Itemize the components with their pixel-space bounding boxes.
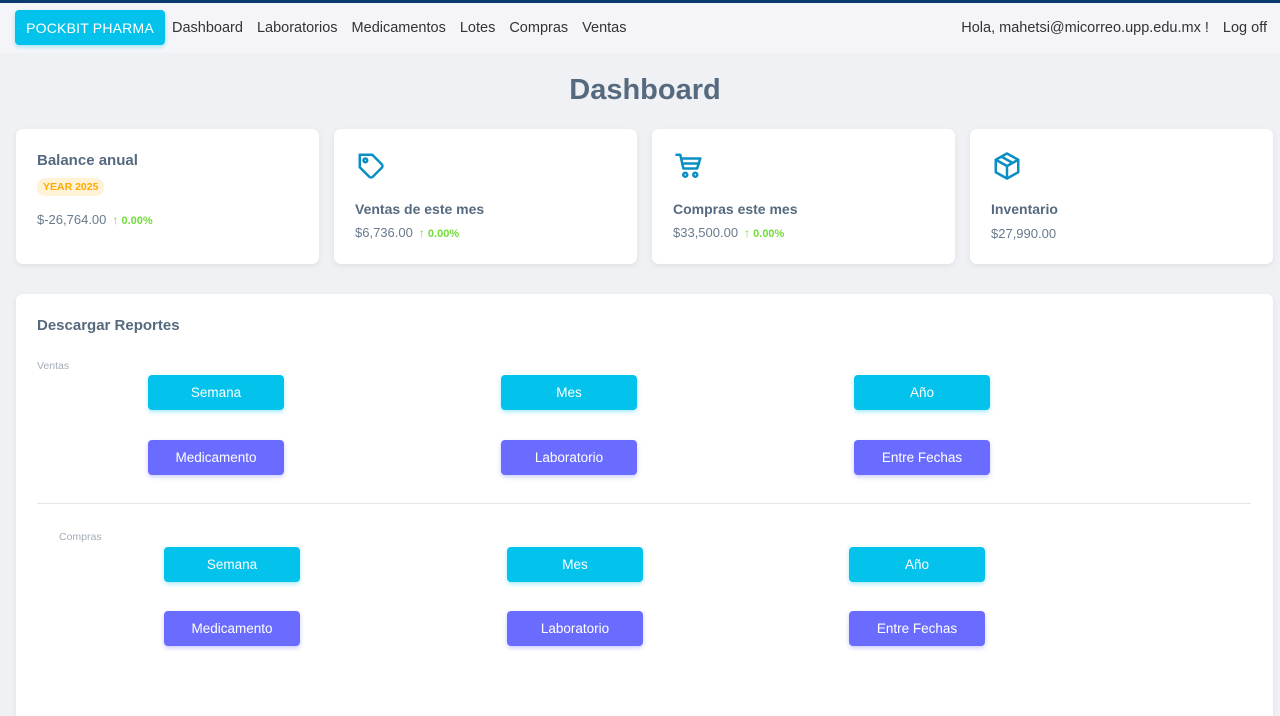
logoff-link[interactable]: Log off [1223, 20, 1267, 36]
tag-icon [356, 151, 388, 183]
compras-title: Compras este mes [673, 201, 798, 217]
compras-amount: $33,500.00 [673, 225, 739, 240]
ventas-amount-row: $6,736.00 ↑ 0.00% [355, 225, 459, 240]
box-icon [992, 151, 1024, 183]
nav-link-laboratorios[interactable]: Laboratorios [257, 20, 338, 36]
balance-amount-row: $-26,764.00 ↑ 0.00% [37, 212, 153, 227]
ventas-entre-fechas-button[interactable]: Entre Fechas [854, 440, 990, 475]
nav-link-ventas[interactable]: Ventas [582, 20, 626, 36]
arrow-up-icon: ↑ [112, 212, 119, 227]
ventas-section-label: Ventas [37, 360, 70, 372]
user-greeting: Hola, mahetsi@micorreo.upp.edu.mx ! [961, 20, 1209, 36]
compras-section-label: Compras [59, 531, 102, 543]
arrow-up-icon: ↑ [418, 225, 425, 240]
ventas-semana-button[interactable]: Semana [148, 375, 284, 410]
ventas-title: Ventas de este mes [355, 201, 485, 217]
section-divider [37, 503, 1251, 504]
compras-amount-row: $33,500.00 ↑ 0.00% [673, 225, 784, 240]
ventas-ano-button[interactable]: Año [854, 375, 990, 410]
nav-link-compras[interactable]: Compras [509, 20, 568, 36]
inventario-amount-row: $27,990.00 [991, 225, 1056, 243]
user-area: Hola, mahetsi@micorreo.upp.edu.mx ! Log … [961, 3, 1267, 53]
balance-amount: $-26,764.00 [37, 212, 107, 227]
balance-card: Balance anual YEAR 2025 $-26,764.00 ↑ 0.… [16, 129, 319, 264]
ventas-medicamento-button[interactable]: Medicamento [148, 440, 284, 475]
arrow-up-icon: ↑ [744, 225, 751, 240]
compras-mes-button[interactable]: Mes [507, 547, 643, 582]
balance-title: Balance anual [37, 152, 138, 169]
compras-semana-button[interactable]: Semana [164, 547, 300, 582]
ventas-mes-button[interactable]: Mes [501, 375, 637, 410]
ventas-laboratorio-button[interactable]: Laboratorio [501, 440, 637, 475]
ventas-change: ↑ 0.00% [418, 225, 460, 240]
nav-link-medicamentos[interactable]: Medicamentos [352, 20, 446, 36]
year-badge: YEAR 2025 [37, 178, 105, 196]
inventario-card: Inventario $27,990.00 [970, 129, 1273, 264]
compras-ano-button[interactable]: Año [849, 547, 985, 582]
compras-laboratorio-button[interactable]: Laboratorio [507, 611, 643, 646]
compras-medicamento-button[interactable]: Medicamento [164, 611, 300, 646]
navbar: POCKBIT PHARMA Dashboard Laboratorios Me… [0, 3, 1280, 53]
cart-icon [674, 151, 706, 183]
brand-button[interactable]: POCKBIT PHARMA [15, 10, 165, 45]
inventario-title: Inventario [991, 201, 1058, 217]
page-title: Dashboard [569, 74, 721, 106]
nav-links: Dashboard Laboratorios Medicamentos Lote… [172, 3, 641, 53]
balance-change: ↑ 0.00% [112, 212, 153, 227]
compras-entre-fechas-button[interactable]: Entre Fechas [849, 611, 985, 646]
compras-change: ↑ 0.00% [744, 225, 785, 240]
reports-title: Descargar Reportes [37, 317, 180, 334]
ventas-card: Ventas de este mes $6,736.00 ↑ 0.00% [334, 129, 637, 264]
nav-link-dashboard[interactable]: Dashboard [172, 20, 243, 36]
ventas-amount: $6,736.00 [355, 225, 413, 240]
reports-card: Descargar Reportes Ventas Semana Mes Año… [16, 294, 1273, 716]
inventario-amount: $27,990.00 [991, 226, 1057, 241]
nav-link-lotes[interactable]: Lotes [460, 20, 495, 36]
compras-card: Compras este mes $33,500.00 ↑ 0.00% [652, 129, 955, 264]
